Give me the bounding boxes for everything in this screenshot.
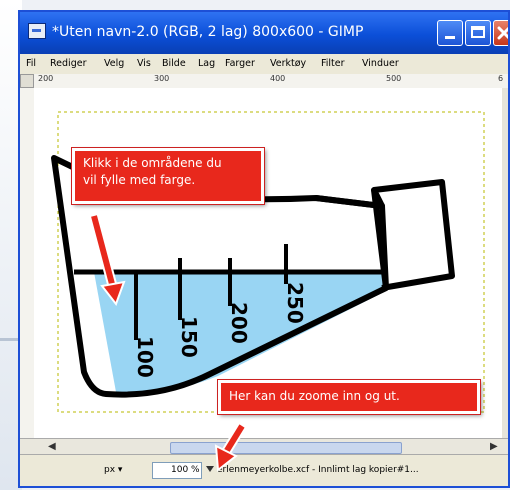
zoom-hint-callout: Her kan du zoome inn og ut. xyxy=(217,379,481,415)
arrow-to-zoom xyxy=(214,423,247,472)
fill-hint-callout: Klikk i de områdene du vil fylle med far… xyxy=(71,147,265,205)
arrow-to-liquid xyxy=(89,214,126,307)
callout-arrows xyxy=(89,214,247,472)
